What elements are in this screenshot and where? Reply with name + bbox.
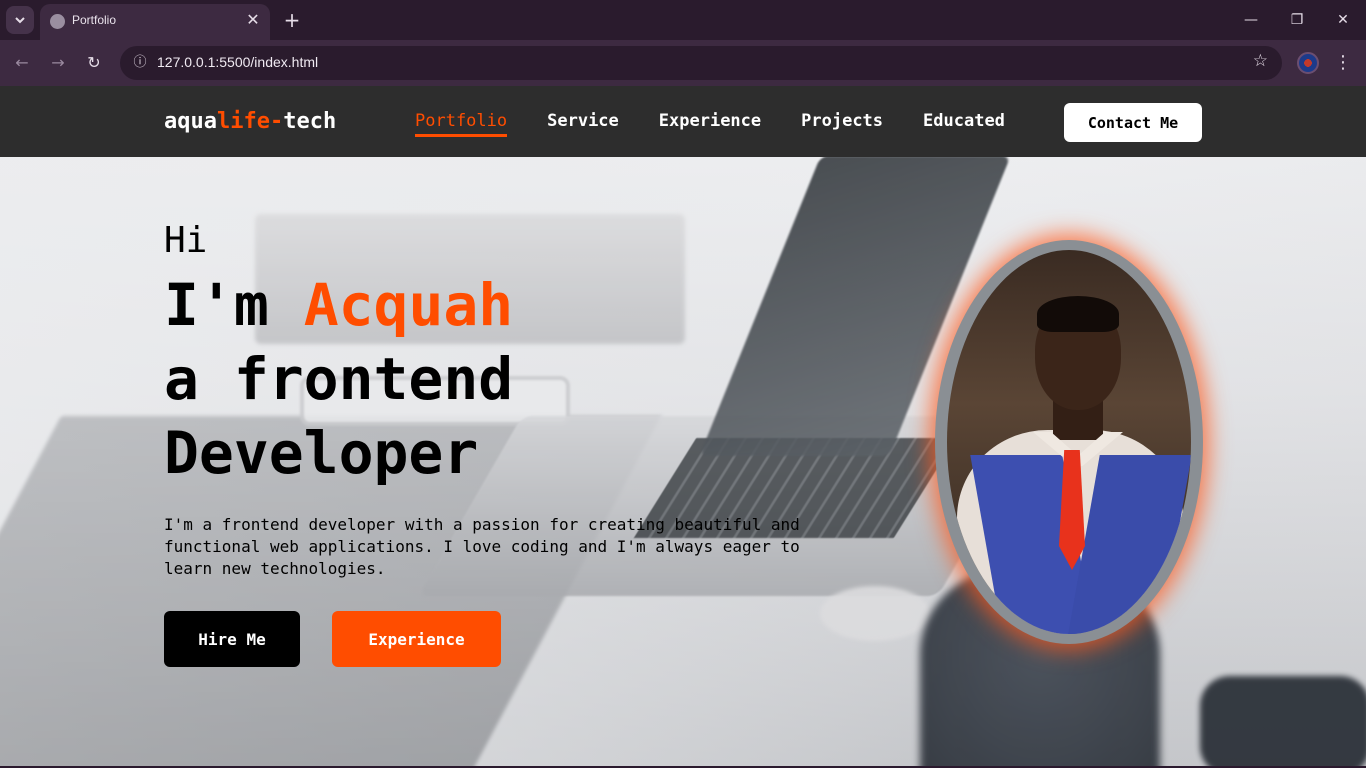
hero-description: I'm a frontend developer with a passion … (164, 515, 800, 578)
forward-button[interactable]: → (44, 49, 72, 77)
new-tab-button[interactable]: + (282, 8, 302, 32)
profile-photo (947, 250, 1191, 634)
headline-line-3: Developer (164, 419, 479, 487)
window-close-icon[interactable]: ✕ (1328, 6, 1358, 34)
logo-part-3: tech (283, 109, 337, 134)
globe-icon (50, 14, 65, 29)
hero-greeting: Hi (164, 220, 208, 261)
close-icon[interactable]: ✕ (244, 11, 262, 29)
minimize-icon[interactable]: — (1236, 6, 1266, 34)
url-text[interactable]: 127.0.0.1:5500/index.html (157, 54, 318, 70)
nav-link-portfolio[interactable]: Portfolio (415, 111, 508, 137)
profile-avatar[interactable] (1297, 52, 1319, 74)
chevron-down-icon (15, 17, 25, 24)
restore-icon[interactable]: ❐ (1282, 6, 1312, 34)
headline-prefix: I'm (164, 271, 304, 339)
hire-me-button[interactable]: Hire Me (164, 611, 300, 667)
nav-link-projects[interactable]: Projects (801, 111, 883, 137)
experience-button[interactable]: Experience (332, 611, 501, 667)
nav-link-experience[interactable]: Experience (659, 111, 761, 137)
browser-toolbar: ← → ↻ ⓘ 127.0.0.1:5500/index.html ☆ ⋮ (0, 40, 1366, 86)
hero-name: Acquah (303, 271, 514, 339)
contact-me-button[interactable]: Contact Me (1064, 103, 1202, 142)
photo-hair (1037, 296, 1119, 332)
star-icon[interactable]: ☆ (1253, 51, 1268, 71)
tab-list-button[interactable] (6, 6, 34, 34)
back-button[interactable]: ← (8, 49, 36, 77)
reload-button[interactable]: ↻ (80, 49, 108, 77)
webpage: aqualife-tech Portfolio Service Experien… (0, 86, 1366, 766)
site-header: aqualife-tech Portfolio Service Experien… (0, 86, 1366, 157)
nav-link-educated[interactable]: Educated (923, 111, 1005, 137)
address-bar[interactable]: ⓘ 127.0.0.1:5500/index.html ☆ (120, 46, 1282, 80)
logo-part-1: aqua (164, 109, 217, 134)
background-object (1200, 676, 1366, 766)
main-nav: Portfolio Service Experience Projects Ed… (415, 111, 1005, 137)
hero-headline: I'm Acquah a frontend Developer (164, 268, 513, 490)
info-icon[interactable]: ⓘ (128, 51, 152, 75)
browser-tab[interactable]: Portfolio ✕ (40, 4, 270, 40)
kebab-icon[interactable]: ⋮ (1332, 49, 1354, 77)
logo-part-2: life- (216, 109, 284, 134)
tab-title: Portfolio (72, 13, 117, 27)
browser-tabbar: Portfolio ✕ + — ❐ ✕ (0, 0, 1366, 40)
headline-line-2: a frontend (164, 345, 514, 413)
nav-link-service[interactable]: Service (547, 111, 619, 137)
site-logo[interactable]: aqualife-tech (164, 109, 336, 134)
profile-photo-frame (935, 240, 1203, 644)
background-mouse (820, 586, 930, 641)
